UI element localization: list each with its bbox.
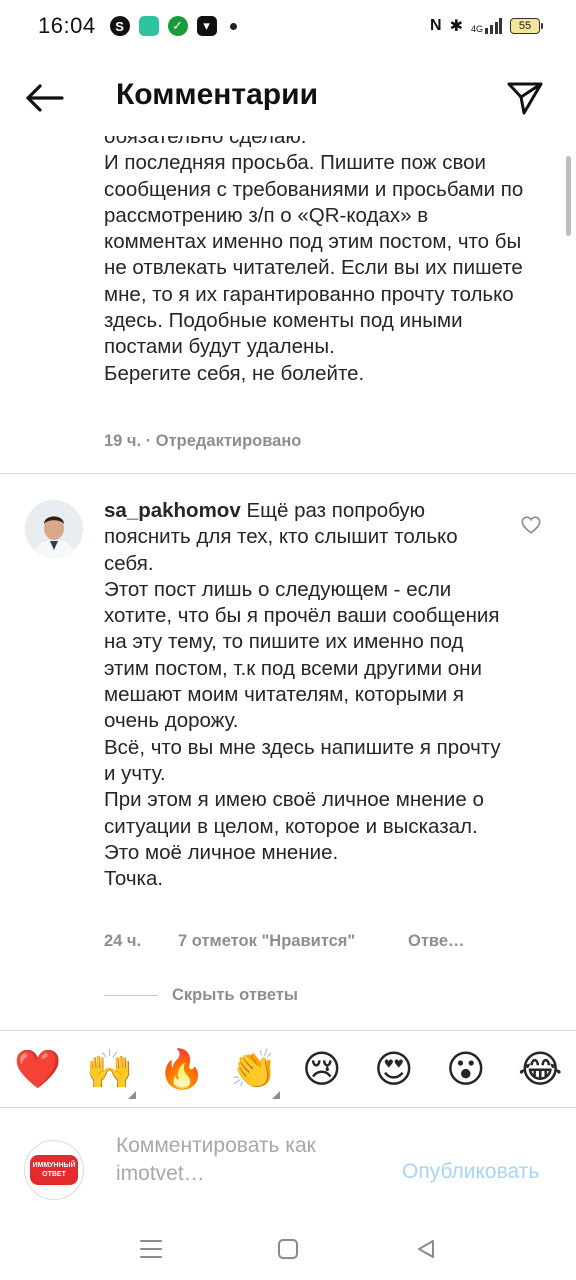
comments-list[interactable]: обязательно сделаю. И последняя просьба.… bbox=[0, 136, 576, 1030]
network-label: 4G bbox=[470, 24, 483, 34]
comment-username[interactable]: sa_pakhomov bbox=[104, 499, 241, 522]
brand-logo-text: ИММУННЫЙ ОТВЕТ bbox=[32, 1162, 76, 1178]
battery-level: 55 bbox=[518, 20, 532, 32]
page-title: Комментарии bbox=[116, 78, 319, 111]
likes-count-link[interactable]: 7 отметок "Нравится" bbox=[178, 932, 408, 951]
brand-logo: ИММУННЫЙ ОТВЕТ bbox=[30, 1155, 78, 1185]
own-avatar: ИММУННЫЙ ОТВЕТ bbox=[24, 1140, 84, 1200]
comment-body: sa_pakhomov Ещё раз попробую пояснить дл… bbox=[104, 498, 504, 892]
hide-replies-label: Скрыть ответы bbox=[172, 986, 298, 1004]
triangle-back-icon bbox=[418, 1240, 434, 1258]
skin-tone-indicator bbox=[272, 1091, 280, 1099]
publish-button[interactable]: Опубликовать bbox=[402, 1160, 539, 1184]
back-nav-button[interactable] bbox=[411, 1234, 441, 1264]
menu-icon bbox=[140, 1240, 162, 1258]
emoji-fire[interactable]: 🔥 bbox=[158, 1049, 205, 1091]
nfc-icon: N bbox=[430, 17, 442, 34]
more-notifications-dot bbox=[229, 22, 237, 30]
system-nav-bar bbox=[0, 1220, 576, 1280]
heart-outline-icon bbox=[521, 516, 541, 534]
caption-meta: 19 ч. · Отредактировано bbox=[104, 432, 302, 450]
comment-time: 24 ч. bbox=[104, 932, 142, 950]
emoji-bar: ❤️ 🙌 🔥 👏 😢 😍 😮 😂 bbox=[0, 1030, 576, 1108]
emoji-crying[interactable]: 😢 bbox=[302, 1049, 342, 1091]
send-icon bbox=[507, 82, 543, 115]
status-time: 16:04 bbox=[38, 13, 96, 38]
divider bbox=[0, 473, 576, 474]
sber-icon: ✓ bbox=[167, 16, 188, 36]
comment-meta: 24 ч. 7 отметок "Нравится" Отве… bbox=[104, 932, 465, 951]
status-bar: 16:04 S ✓ ▾ N ✱ 4G 55 bbox=[0, 0, 576, 52]
notification-icons: S ✓ ▾ bbox=[109, 16, 237, 36]
app-icon bbox=[138, 16, 159, 36]
signal-icon: 4G bbox=[471, 18, 502, 34]
comment-composer: ИММУННЫЙ ОТВЕТ Комментировать как imotve… bbox=[0, 1110, 576, 1220]
like-button[interactable] bbox=[520, 514, 542, 536]
skype-icon: S bbox=[109, 16, 130, 36]
skin-tone-indicator bbox=[128, 1091, 136, 1099]
recent-apps-button[interactable] bbox=[136, 1234, 166, 1264]
arrow-left-icon bbox=[26, 84, 64, 112]
tinkoff-icon: ▾ bbox=[196, 16, 217, 36]
battery-icon: 55 bbox=[510, 18, 543, 34]
emoji-heart[interactable]: ❤️ bbox=[14, 1049, 61, 1091]
square-icon bbox=[278, 1239, 298, 1259]
home-button[interactable] bbox=[273, 1234, 303, 1264]
back-button[interactable] bbox=[22, 78, 66, 118]
comment-text: Ещё раз попробую пояснить для тех, кто с… bbox=[104, 499, 501, 891]
reply-link[interactable]: Отве… bbox=[408, 932, 465, 951]
emoji-laughing[interactable]: 😂 bbox=[518, 1049, 562, 1091]
scrollbar[interactable] bbox=[566, 156, 571, 236]
hide-replies-button[interactable]: Скрыть ответы bbox=[104, 986, 298, 1005]
emoji-heart-eyes[interactable]: 😍 bbox=[374, 1049, 414, 1091]
emoji-clapping[interactable]: 👏 bbox=[230, 1049, 277, 1091]
emoji-surprised[interactable]: 😮 bbox=[446, 1049, 486, 1091]
hide-replies-line bbox=[104, 995, 158, 996]
avatar-photo bbox=[25, 500, 83, 558]
bluetooth-icon: ✱ bbox=[449, 18, 463, 35]
avatar[interactable] bbox=[25, 500, 83, 558]
header: Комментарии bbox=[0, 60, 576, 136]
comment-input[interactable]: Комментировать как imotvet… bbox=[116, 1132, 376, 1188]
post-caption: обязательно сделаю. И последняя просьба.… bbox=[104, 136, 524, 385]
system-icons: N ✱ 4G 55 bbox=[430, 16, 543, 36]
emoji-raised-hands[interactable]: 🙌 bbox=[86, 1049, 133, 1091]
share-button[interactable] bbox=[502, 76, 548, 120]
